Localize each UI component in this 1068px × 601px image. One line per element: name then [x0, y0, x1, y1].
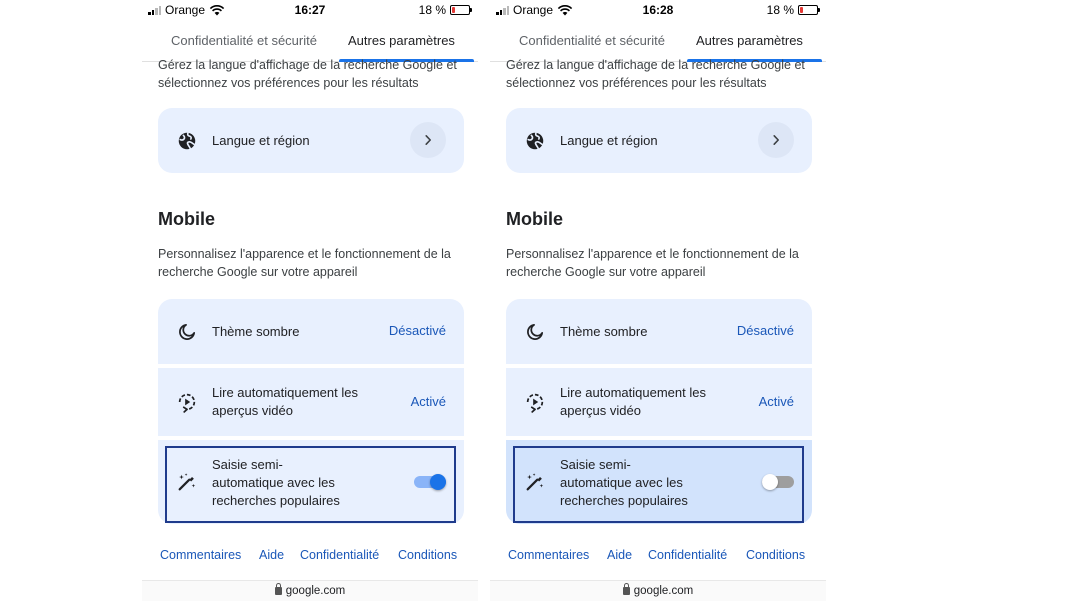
dark-theme-label: Thème sombre	[560, 324, 648, 339]
dark-theme-value: Désactivé	[388, 323, 446, 338]
footer-link-privacy[interactable]: Confidentialité	[648, 548, 727, 562]
phone-screenshot-right: Orange 16:28 18 % Confidentialité et séc…	[490, 0, 826, 601]
dark-theme-value: Désactivé	[736, 323, 794, 338]
chevron-right-icon	[425, 135, 431, 145]
battery-percentage: 18 %	[766, 3, 794, 17]
autoplay-video-row[interactable]: Lire automatiquement les aperçus vidéo A…	[506, 368, 812, 436]
video-play-icon	[526, 393, 544, 413]
language-region-open-button[interactable]	[410, 122, 446, 158]
highlight-outline	[513, 446, 804, 523]
battery-icon	[798, 5, 820, 15]
battery-level-fill	[452, 7, 455, 13]
status-bar: Orange 16:28 18 %	[490, 0, 826, 22]
autoplay-video-label: Lire automatiquement les aperçus vidéo	[560, 385, 706, 418]
footer-link-privacy[interactable]: Confidentialité	[300, 548, 379, 562]
footer-link-help[interactable]: Aide	[259, 548, 284, 562]
chevron-right-icon	[773, 135, 779, 145]
url-text: google.com	[633, 585, 694, 597]
footer-link-feedback[interactable]: Commentaires	[160, 548, 241, 562]
language-region-card[interactable]: Langue et région	[506, 108, 812, 173]
lock-icon	[622, 583, 630, 595]
footer-link-terms[interactable]: Conditions	[746, 548, 805, 562]
language-description: Gérez la langue d'affichage de la recher…	[158, 58, 457, 90]
phone-screenshot-left: Orange 16:27 18 % Confidentialité et séc…	[142, 0, 478, 601]
highlight-outline	[165, 446, 456, 523]
address-bar[interactable]: google.com	[490, 580, 826, 601]
dark-theme-row[interactable]: Thème sombre Désactivé	[506, 299, 812, 364]
mobile-section-description: Personnalisez l'apparence et le fonction…	[506, 247, 799, 279]
tab-privacy-security[interactable]: Confidentialité et sécurité	[519, 33, 665, 48]
lock-icon	[274, 583, 282, 595]
address-bar[interactable]: google.com	[142, 580, 478, 601]
mobile-section-description: Personnalisez l'apparence et le fonction…	[158, 247, 451, 279]
battery-percentage: 18 %	[418, 3, 446, 17]
autoplay-video-value: Activé	[410, 394, 446, 409]
language-region-label: Langue et région	[560, 133, 658, 148]
footer-link-help[interactable]: Aide	[607, 548, 632, 562]
moon-icon	[179, 323, 196, 340]
dark-theme-row[interactable]: Thème sombre Désactivé	[158, 299, 464, 364]
tab-other-settings[interactable]: Autres paramètres	[348, 33, 455, 48]
battery-level-fill	[800, 7, 803, 13]
language-description: Gérez la langue d'affichage de la recher…	[506, 58, 805, 90]
globe-icon	[526, 132, 544, 150]
moon-icon	[527, 323, 544, 340]
language-region-card[interactable]: Langue et région	[158, 108, 464, 173]
mobile-section-title: Mobile	[506, 209, 563, 229]
globe-icon	[178, 132, 196, 150]
tab-privacy-security[interactable]: Confidentialité et sécurité	[171, 33, 317, 48]
footer-link-feedback[interactable]: Commentaires	[508, 548, 589, 562]
language-region-open-button[interactable]	[758, 122, 794, 158]
footer-link-terms[interactable]: Conditions	[398, 548, 457, 562]
mobile-section-title: Mobile	[158, 209, 215, 229]
tab-other-settings[interactable]: Autres paramètres	[696, 33, 803, 48]
autoplay-video-value: Activé	[758, 394, 794, 409]
url-text: google.com	[285, 585, 346, 597]
status-bar: Orange 16:27 18 %	[142, 0, 478, 22]
footer-links: Commentaires Aide Confidentialité Condit…	[490, 548, 826, 566]
language-region-label: Langue et région	[212, 133, 310, 148]
footer-links: Commentaires Aide Confidentialité Condit…	[142, 548, 478, 566]
video-play-icon	[178, 393, 196, 413]
dark-theme-label: Thème sombre	[212, 324, 300, 339]
battery-icon	[450, 5, 472, 15]
autoplay-video-label: Lire automatiquement les aperçus vidéo	[212, 385, 358, 418]
autoplay-video-row[interactable]: Lire automatiquement les aperçus vidéo A…	[158, 368, 464, 436]
